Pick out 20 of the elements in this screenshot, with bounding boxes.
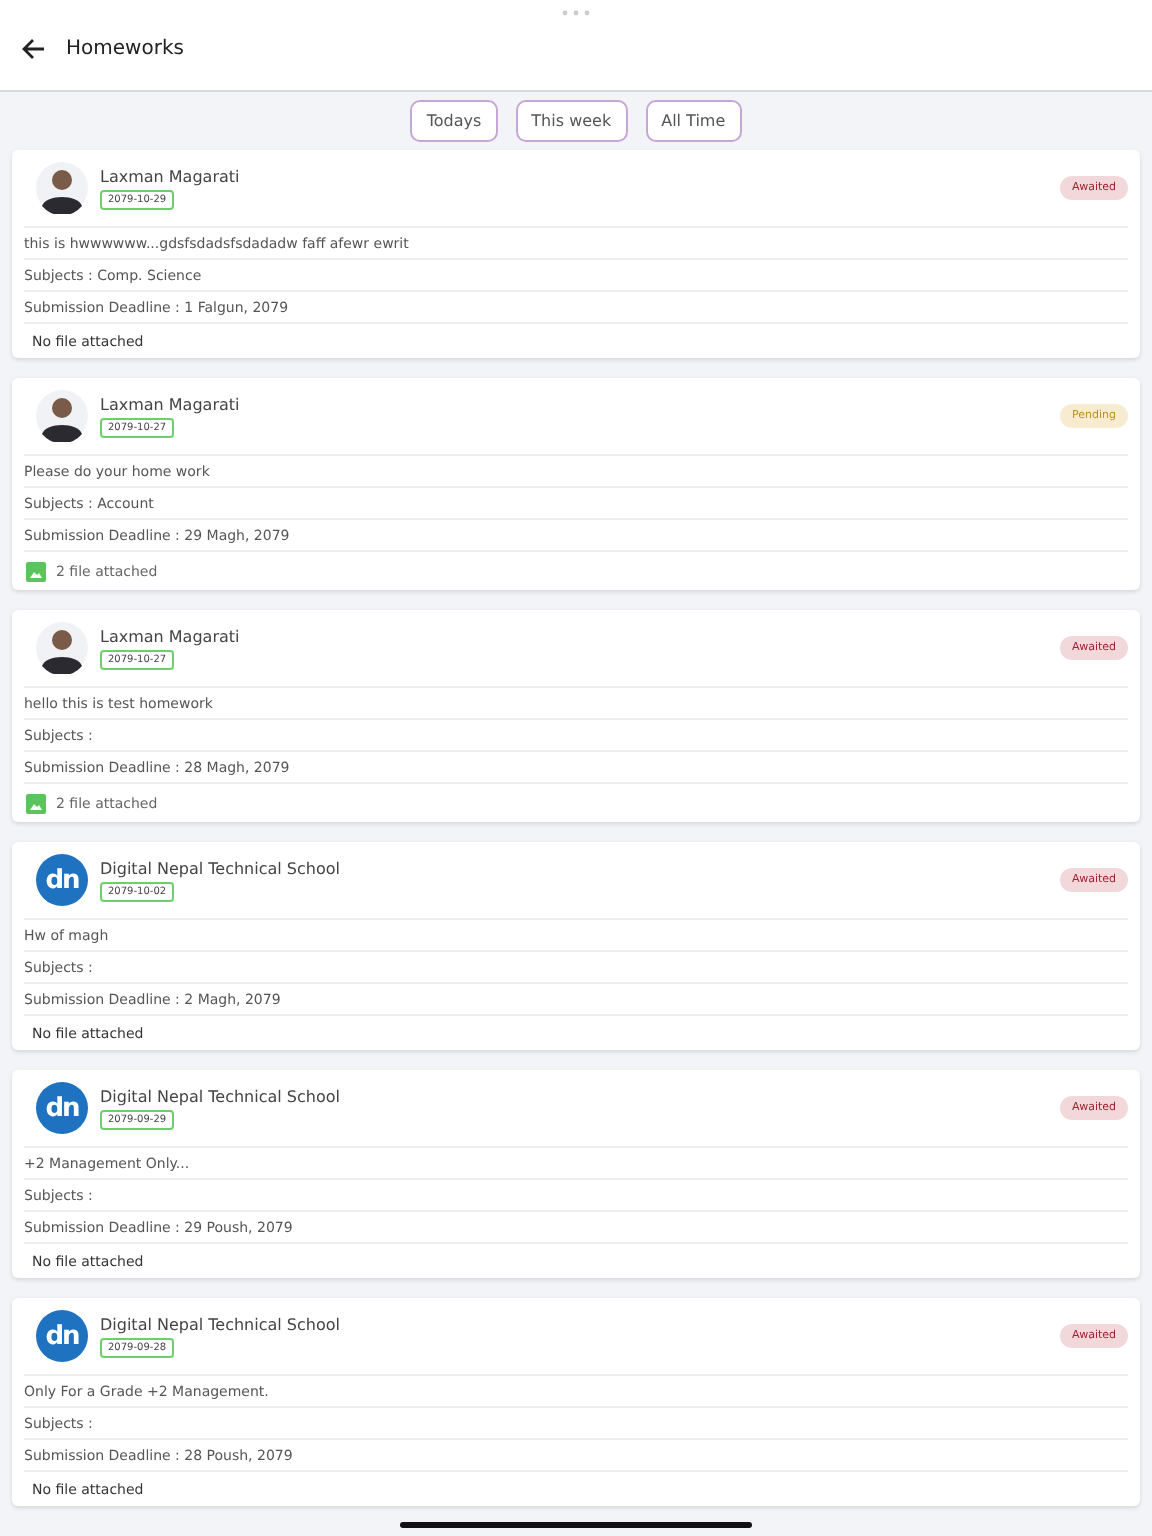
back-arrow-icon[interactable]	[22, 38, 46, 60]
avatar-icon	[36, 622, 88, 674]
author-name: Digital Nepal Technical School	[100, 1087, 340, 1105]
author-name: Laxman Magarati	[100, 167, 240, 185]
school-logo: dn	[36, 1310, 88, 1362]
image-file-icon[interactable]	[26, 793, 46, 813]
author-name: Digital Nepal Technical School	[100, 1315, 340, 1333]
multitask-dots-icon	[562, 10, 590, 16]
avatar-icon	[36, 162, 88, 214]
image-file-icon[interactable]	[26, 561, 46, 581]
filter-button[interactable]: This week	[515, 100, 628, 142]
author-name: Laxman Magarati	[100, 627, 240, 645]
author-name: Laxman Magarati	[100, 395, 240, 413]
filter-button[interactable]: Todays	[410, 100, 498, 142]
author-name: Digital Nepal Technical School	[100, 859, 340, 877]
avatar-icon	[36, 390, 88, 442]
school-logo: dn	[36, 854, 88, 906]
school-logo: dn	[36, 1082, 88, 1134]
filter-button[interactable]: All Time	[645, 100, 742, 142]
page-title: Homeworks	[66, 38, 184, 60]
